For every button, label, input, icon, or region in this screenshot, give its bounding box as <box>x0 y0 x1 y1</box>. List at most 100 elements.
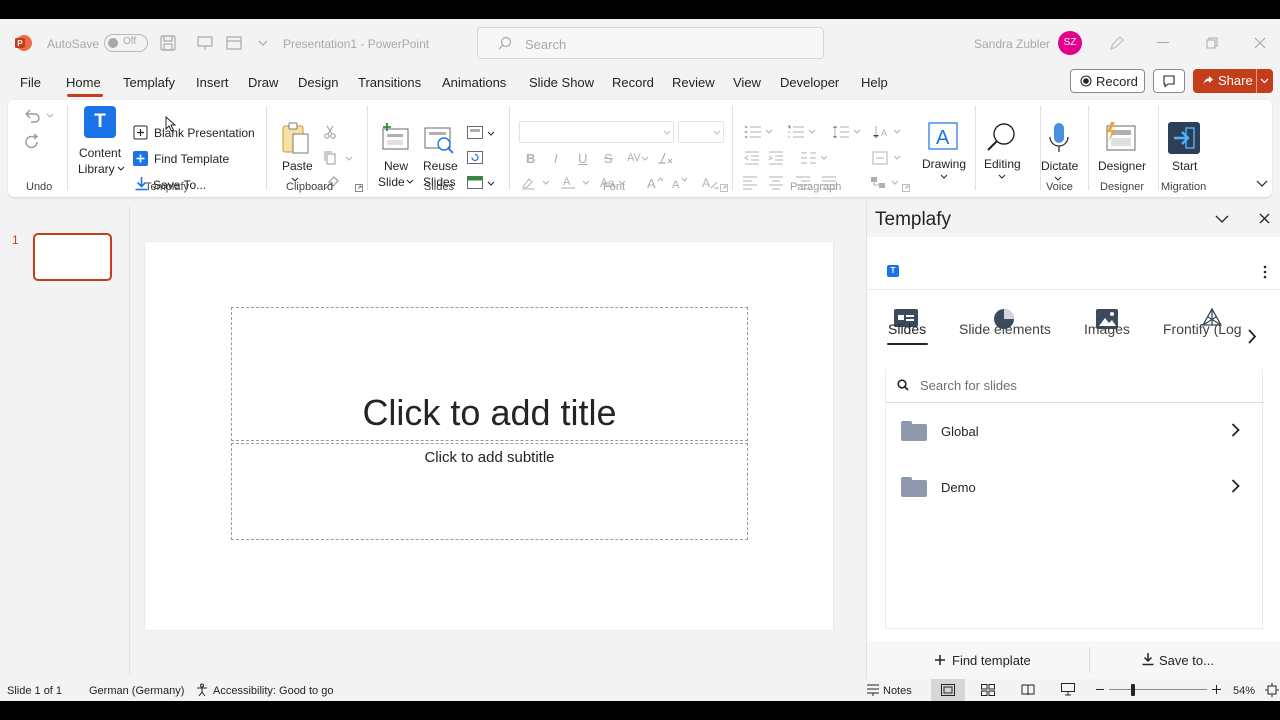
accessibility-status[interactable]: Accessibility: Good to go <box>213 685 333 697</box>
slide-thumbnail[interactable] <box>33 233 112 281</box>
font-launcher-icon[interactable] <box>720 184 728 192</box>
section-icon[interactable] <box>467 176 483 189</box>
editing-search-icon[interactable] <box>986 122 1018 154</box>
find-template-icon[interactable] <box>133 151 148 166</box>
tab-developer[interactable]: Developer <box>780 75 839 90</box>
tabs-next-chevron-icon[interactable] <box>1247 329 1257 344</box>
cut-icon[interactable] <box>323 125 337 139</box>
designer-label[interactable]: Designer <box>1098 159 1146 173</box>
font-name-select[interactable] <box>519 121 674 143</box>
align-left-icon[interactable] <box>742 176 758 190</box>
content-library-label-1[interactable]: Content <box>79 146 121 160</box>
content-library-chevron-icon[interactable] <box>117 166 125 172</box>
editing-chevron-icon[interactable] <box>998 174 1006 180</box>
text-direction-icon[interactable]: A <box>872 125 904 139</box>
notes-icon[interactable] <box>866 684 880 696</box>
normal-view-button[interactable] <box>931 679 965 701</box>
paragraph-launcher-icon[interactable] <box>902 184 910 192</box>
save-icon[interactable] <box>159 34 177 52</box>
accessibility-icon[interactable] <box>195 683 209 697</box>
layout-icon[interactable] <box>225 34 243 52</box>
align-center-icon[interactable] <box>768 176 784 190</box>
strikethrough-button[interactable]: S <box>604 151 613 166</box>
autosave-toggle[interactable]: Off <box>104 34 148 52</box>
slide-sorter-icon[interactable] <box>981 684 995 696</box>
paste-icon[interactable] <box>281 122 311 156</box>
slide-canvas[interactable]: Click to add title Click to add subtitle <box>145 242 833 630</box>
folder-row-demo[interactable]: Demo <box>885 459 1263 515</box>
tab-help[interactable]: Help <box>861 75 888 90</box>
subtitle-placeholder[interactable]: Click to add subtitle <box>231 443 748 540</box>
paste-label[interactable]: Paste <box>282 159 313 173</box>
customize-toolbar-chevron-icon[interactable] <box>258 39 268 47</box>
tab-transitions[interactable]: Transitions <box>358 75 421 90</box>
tab-review[interactable]: Review <box>672 75 715 90</box>
minimize-icon[interactable] <box>1157 42 1169 43</box>
folder-row-global[interactable]: Global <box>885 403 1263 459</box>
zoom-slider-track[interactable] <box>1109 689 1207 690</box>
avatar[interactable]: SZ <box>1058 31 1082 55</box>
drawing-icon[interactable]: A <box>928 122 960 152</box>
reading-view-icon[interactable] <box>1021 684 1035 696</box>
comments-button[interactable] <box>1153 69 1185 93</box>
pen-icon[interactable] <box>1108 34 1126 52</box>
section-chevron-icon[interactable] <box>487 181 495 187</box>
tab-slide-show[interactable]: Slide Show <box>529 75 594 90</box>
copy-chevron-icon[interactable] <box>345 156 353 162</box>
migration-start-icon[interactable] <box>1168 122 1200 154</box>
reuse-slides-label-1[interactable]: Reuse <box>423 159 458 173</box>
pane-options-chevron-icon[interactable] <box>1215 215 1229 224</box>
new-slide-chevron-icon[interactable] <box>406 179 414 185</box>
notes-button[interactable]: Notes <box>883 685 912 697</box>
zoom-out-icon[interactable] <box>1096 689 1104 690</box>
smartart-icon[interactable] <box>870 176 902 190</box>
align-text-icon[interactable] <box>872 151 904 165</box>
line-spacing-icon[interactable] <box>832 125 864 139</box>
clear-formatting-icon[interactable]: A <box>702 175 720 191</box>
save-to-footer-button[interactable]: Save to... <box>1139 641 1249 679</box>
drawing-label[interactable]: Drawing <box>922 157 966 171</box>
tab-draw[interactable]: Draw <box>248 75 278 90</box>
ribbon-expand-chevron-icon[interactable] <box>1256 180 1268 188</box>
increase-indent-icon[interactable] <box>768 151 784 165</box>
zoom-slider-thumb[interactable] <box>1131 684 1135 696</box>
dictate-label[interactable]: Dictate <box>1041 159 1078 173</box>
tab-images[interactable]: Images <box>1084 321 1130 337</box>
layout-chevron-icon[interactable] <box>487 131 495 137</box>
new-slide-label-1[interactable]: New <box>384 159 408 173</box>
slides-search-field[interactable]: Search for slides <box>886 369 1264 403</box>
share-button[interactable]: Share <box>1193 69 1273 93</box>
tab-design[interactable]: Design <box>298 75 338 90</box>
search-box[interactable]: Search <box>477 27 824 59</box>
designer-icon[interactable] <box>1103 122 1137 152</box>
blank-presentation-icon[interactable] <box>133 125 148 140</box>
tab-file[interactable]: File <box>20 75 41 90</box>
clear-format-icon[interactable] <box>656 151 674 165</box>
close-window-icon[interactable] <box>1254 37 1266 49</box>
new-slide-icon[interactable] <box>381 123 411 151</box>
slideshow-view-icon[interactable] <box>1061 683 1075 696</box>
reset-slide-icon[interactable] <box>467 151 483 164</box>
templafy-logo-icon[interactable]: T <box>84 106 116 138</box>
decrease-font-icon[interactable]: A <box>672 176 690 190</box>
tab-record[interactable]: Record <box>612 75 654 90</box>
tab-home[interactable]: Home <box>66 75 101 90</box>
layout-button-icon[interactable] <box>467 126 483 139</box>
zoom-in-icon[interactable] <box>1212 685 1221 694</box>
tab-templafy[interactable]: Templafy <box>123 75 175 90</box>
tab-animations[interactable]: Animations <box>442 75 506 90</box>
editing-label[interactable]: Editing <box>984 157 1021 171</box>
italic-button[interactable]: I <box>554 151 558 166</box>
tab-insert[interactable]: Insert <box>196 75 229 90</box>
redo-icon[interactable] <box>23 133 41 151</box>
undo-icon[interactable] <box>24 108 42 124</box>
character-spacing-icon[interactable]: AV <box>627 151 649 165</box>
find-template-button[interactable]: Find Template <box>154 152 229 166</box>
language-indicator[interactable]: German (Germany) <box>89 685 184 697</box>
tab-slides[interactable]: Slides <box>888 321 926 337</box>
tab-slide-elements[interactable]: Slide elements <box>959 321 1051 337</box>
font-size-select[interactable] <box>678 121 724 143</box>
new-slide-label-2[interactable]: Slide <box>378 175 405 189</box>
decrease-indent-icon[interactable] <box>744 151 760 165</box>
tab-view[interactable]: View <box>733 75 761 90</box>
